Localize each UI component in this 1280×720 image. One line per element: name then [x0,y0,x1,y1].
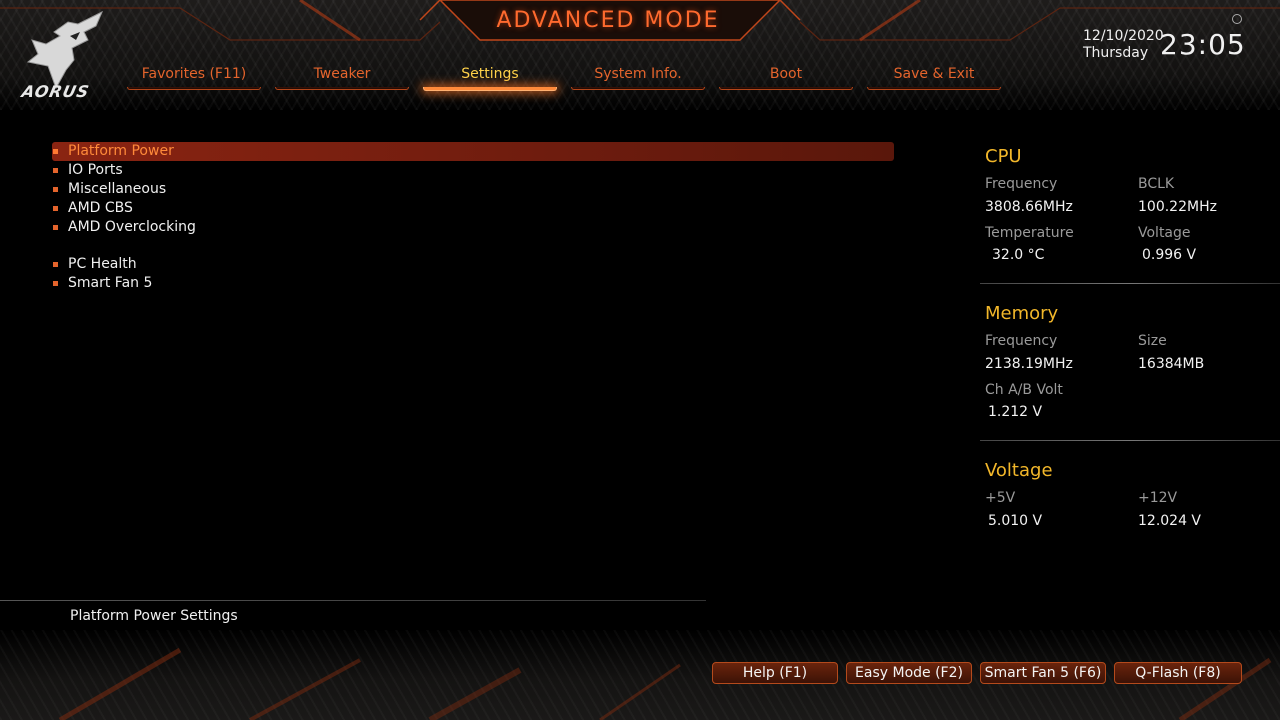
bullet-icon [53,262,58,267]
bullet-icon [53,281,58,286]
bullet-icon [53,206,58,211]
tab-label: Save & Exit [893,66,975,82]
date-text: 12/10/2020 [1083,28,1164,44]
tab-tweaker[interactable]: Tweaker [275,62,409,92]
weekday-text: Thursday [1083,45,1149,61]
gear-icon[interactable] [1232,14,1242,24]
smart-fan-button[interactable]: Smart Fan 5 (F6) [980,662,1106,684]
menu-item-io-ports[interactable]: IO Ports [52,161,894,180]
date-display: 12/10/2020 Thursday [1083,28,1164,62]
tab-underline [571,87,705,90]
section-divider [980,283,1280,284]
cpu-voltage-value: 0.996 V [1142,247,1197,263]
q-flash-button[interactable]: Q-Flash (F8) [1114,662,1242,684]
tab-label: Favorites (F11) [141,66,247,82]
tab-label: System Info. [594,66,682,82]
menu-item-amd-overclocking[interactable]: AMD Overclocking [52,218,894,237]
tab-label: Boot [769,66,803,82]
easy-mode-button[interactable]: Easy Mode (F2) [846,662,972,684]
menu-item-label: Platform Power [68,143,174,159]
memory-chvolt-value: 1.212 V [988,404,1043,420]
mode-title: ADVANCED MODE [496,8,720,33]
menu-item-smart-fan-5[interactable]: Smart Fan 5 [52,274,894,293]
menu-item-label: Miscellaneous [68,181,167,197]
tab-boot[interactable]: Boot [719,62,853,92]
tab-underline [127,87,261,90]
voltage-12v-value: 12.024 V [1138,513,1202,529]
clock-time: 23:05 [1160,28,1246,61]
tab-underline [867,87,1001,90]
bullet-icon [53,149,58,154]
tab-label: Tweaker [313,66,371,82]
cpu-temperature-label: Temperature [985,225,1074,241]
voltage-5v-label: +5V [985,490,1016,506]
tab-underline [719,87,853,90]
memory-frequency-label: Frequency [985,333,1058,349]
help-button[interactable]: Help (F1) [712,662,838,684]
menu-item-label: Smart Fan 5 [68,275,153,291]
voltage-12v-label: +12V [1138,490,1178,506]
bullet-icon [53,225,58,230]
menu-item-miscellaneous[interactable]: Miscellaneous [52,180,894,199]
section-divider [980,440,1280,441]
cpu-temperature-value: 32.0 °C [992,247,1045,263]
tab-underline [275,87,409,90]
tab-favorites[interactable]: Favorites (F11) [127,62,261,92]
memory-frequency-value: 2138.19MHz [985,356,1073,372]
tab-label: Settings [461,66,519,82]
menu-item-label: AMD Overclocking [68,219,196,235]
cpu-frequency-value: 3808.66MHz [985,199,1073,215]
memory-size-label: Size [1138,333,1167,349]
bullet-icon [53,168,58,173]
menu-item-label: IO Ports [68,162,123,178]
brand-logo-text: AORUS [19,82,92,101]
memory-section-title: Memory [985,303,1059,324]
cpu-bclk-label: BCLK [1138,176,1175,192]
tab-save-exit[interactable]: Save & Exit [867,62,1001,92]
cpu-frequency-label: Frequency [985,176,1058,192]
voltage-section-title: Voltage [985,460,1053,481]
cpu-voltage-label: Voltage [1138,225,1191,241]
item-description: Platform Power Settings [70,608,238,624]
cpu-section-title: CPU [985,146,1022,167]
menu-item-platform-power[interactable]: Platform Power [52,142,894,161]
menu-item-label: PC Health [68,256,137,272]
tab-settings[interactable]: Settings [423,62,557,92]
menu-item-pc-health[interactable]: PC Health [52,255,894,274]
menu-item-amd-cbs[interactable]: AMD CBS [52,199,894,218]
memory-size-value: 16384MB [1138,356,1205,372]
tab-underline [423,87,557,91]
menu-item-label: AMD CBS [68,200,133,216]
tab-system-info[interactable]: System Info. [571,62,705,92]
bullet-icon [53,187,58,192]
description-divider [0,600,706,601]
memory-chvolt-label: Ch A/B Volt [985,382,1063,398]
voltage-5v-value: 5.010 V [988,513,1043,529]
cpu-bclk-value: 100.22MHz [1138,199,1217,215]
